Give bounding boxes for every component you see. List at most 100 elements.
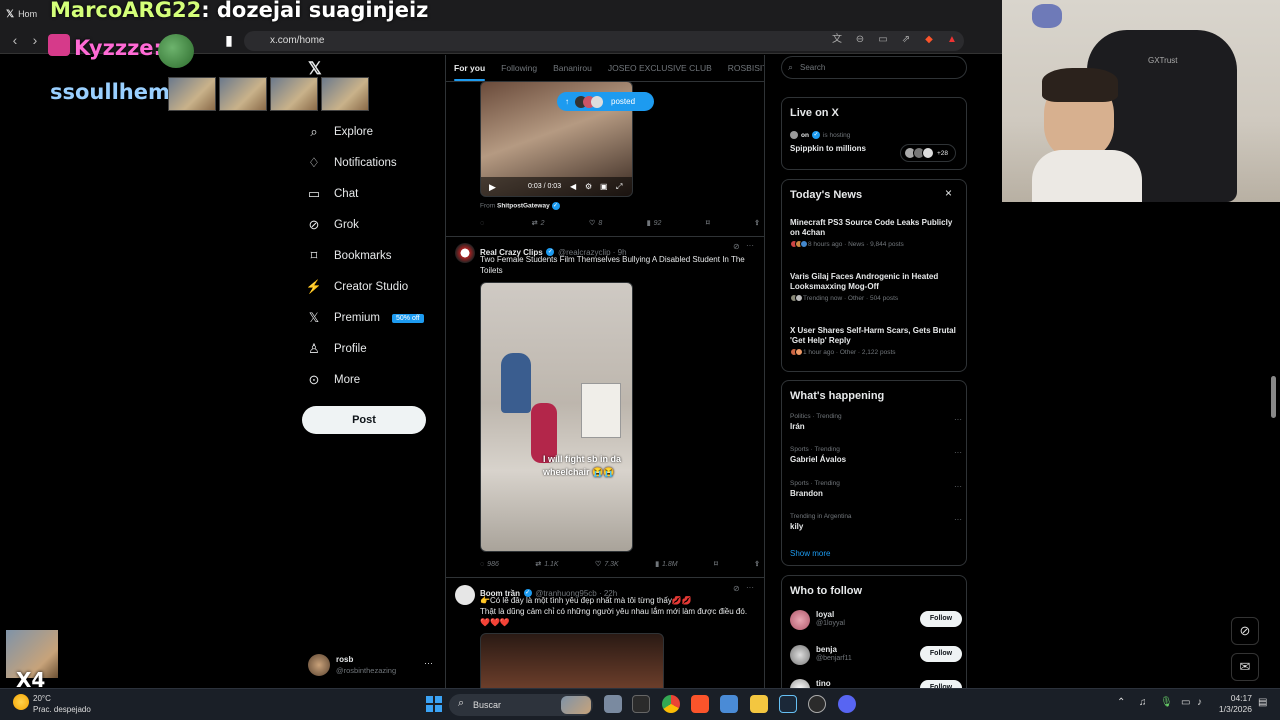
post-avatar[interactable] [455, 585, 475, 605]
follow-button[interactable]: Follow [920, 611, 962, 627]
nav-bookmarks[interactable]: ⌑ Bookmarks [306, 244, 392, 268]
repost-button[interactable]: ⇄ 2 [532, 219, 545, 228]
avatar[interactable] [790, 610, 810, 630]
back-icon[interactable]: ‹ [6, 31, 24, 49]
bookmark-button[interactable]: ⌑ [706, 219, 710, 227]
avatar[interactable] [790, 679, 810, 688]
trend-more-button[interactable]: ··· [954, 448, 962, 457]
rewards-icon[interactable]: ▲ [945, 33, 959, 47]
chrome-icon[interactable] [662, 695, 680, 713]
microphone-icon[interactable]: 🎙 [1160, 697, 1173, 708]
nav-more[interactable]: ⊙ More [306, 368, 361, 392]
from-source[interactable]: ShitpostGateway [497, 203, 550, 210]
follow-button[interactable]: Follow [920, 680, 962, 688]
like-button[interactable]: ♡ 7.3K [595, 560, 619, 569]
post-button[interactable]: Post [302, 406, 426, 434]
page-scrollbar[interactable] [1271, 376, 1276, 418]
forward-icon[interactable]: › [26, 31, 44, 49]
trend-item[interactable]: Trending in Argentina kily ··· [790, 513, 962, 531]
trend-item[interactable]: Sports · Trending Brandon ··· [790, 480, 962, 498]
store-icon[interactable] [720, 695, 738, 713]
nav-profile[interactable]: ♙ Profile [306, 337, 366, 361]
fullscreen-icon[interactable]: ⤢ [616, 182, 622, 192]
account-more-button[interactable]: ··· [424, 658, 433, 668]
settings-icon[interactable]: ⚙ [585, 182, 592, 191]
close-icon[interactable]: × [945, 186, 952, 200]
reply-button[interactable]: ◌ 986 [480, 560, 499, 568]
reply-button[interactable]: ◌ [480, 219, 487, 227]
trend-more-button[interactable]: ··· [954, 515, 962, 524]
follow-button[interactable]: Follow [920, 646, 962, 662]
views-button[interactable]: ▮ 1.8M [655, 560, 677, 569]
clock-date[interactable]: 1/3/2026 [1212, 704, 1252, 714]
views-button[interactable]: ▮ 92 [647, 219, 662, 228]
share-button[interactable]: ⇪ [754, 219, 760, 227]
trend-item[interactable]: Sports · Trending Gabriel Ávalos ··· [790, 446, 962, 464]
tab-bananirou[interactable]: Bananirou [553, 63, 592, 73]
search-input[interactable]: Search [781, 56, 967, 79]
follow-suggestion[interactable]: loyal @1loyyal Follow [790, 608, 962, 634]
follow-suggestion[interactable]: benja @benjarf11 Follow [790, 643, 962, 669]
nav-explore[interactable]: ⌕ Explore [306, 120, 373, 144]
chevron-up-icon[interactable]: ⌃ [1117, 697, 1125, 708]
play-icon[interactable]: ▶ [489, 182, 496, 193]
share-icon[interactable]: ⇗ [899, 33, 913, 47]
repost-button[interactable]: ⇄ 1.1K [535, 560, 558, 569]
file-explorer-icon[interactable] [750, 695, 768, 713]
avatar[interactable] [790, 645, 810, 665]
news-item[interactable]: Minecraft PS3 Source Code Leaks Publicly… [790, 218, 962, 248]
translate-icon[interactable]: 文 [830, 33, 844, 47]
grok-icon[interactable]: ⊘ [733, 584, 740, 593]
zoom-icon[interactable]: ⊖ [853, 33, 867, 47]
brave-shield-icon[interactable]: ◆ [922, 33, 936, 47]
share-button[interactable]: ⇪ [754, 560, 760, 568]
network-icon[interactable]: ▭ [1181, 697, 1190, 708]
nav-chat[interactable]: ▭ Chat [306, 182, 358, 206]
tab-for-you[interactable]: For you [454, 63, 486, 81]
trend-more-button[interactable]: ··· [954, 415, 962, 424]
trend-more-button[interactable]: ··· [954, 482, 962, 491]
clock-time[interactable]: 04:17 [1220, 693, 1252, 703]
pip-icon[interactable]: ▣ [600, 182, 608, 191]
trend-item[interactable]: Politics · Trending Irán ··· [790, 413, 962, 431]
nav-notifications[interactable]: ♢ Notifications [306, 151, 396, 175]
like-button[interactable]: ♡ 8 [589, 219, 602, 228]
weather-temp[interactable]: 20°C [33, 694, 51, 703]
post-more-button[interactable]: ··· [746, 583, 754, 592]
nav-creator-studio[interactable]: ⚡ Creator Studio [306, 275, 408, 299]
bookmark-page-icon[interactable]: ▮ [220, 31, 238, 49]
grok-icon[interactable]: ⊘ [733, 242, 740, 251]
live-show-title[interactable]: Spippkin to millions [790, 144, 866, 153]
nav-grok[interactable]: ⊘ Grok [306, 213, 359, 237]
steam-icon[interactable] [779, 695, 797, 713]
tab-rosbisitos[interactable]: ROSBISITOS [728, 63, 764, 73]
post-avatar[interactable] [455, 243, 475, 263]
notification-icon[interactable]: ▤ [1258, 697, 1267, 708]
show-more-link[interactable]: Show more [790, 549, 830, 558]
browser-tab[interactable]: 𝕏 Hom [6, 3, 46, 25]
account-avatar[interactable] [308, 654, 330, 676]
volume-icon[interactable]: ♪ [1197, 697, 1202, 708]
cast-icon[interactable]: ▭ [876, 33, 890, 47]
live-participants[interactable]: +28 [900, 144, 956, 162]
post-video[interactable]: I will fight sb in da wheelchair 😭😭 [480, 282, 633, 552]
windows-start-icon[interactable] [426, 696, 442, 712]
epic-games-icon[interactable] [632, 695, 650, 713]
headset-icon[interactable]: ♫ [1139, 697, 1147, 708]
brave-icon[interactable] [691, 695, 709, 713]
x-home-logo-icon[interactable]: 𝕏 [308, 59, 322, 79]
news-item[interactable]: Varis Gilaj Faces Androgenic in Heated L… [790, 272, 962, 302]
grok-icon[interactable]: ⊘ [1231, 617, 1259, 645]
follow-suggestion[interactable]: tino Follow [790, 677, 962, 688]
news-item[interactable]: X User Shares Self-Harm Scars, Gets Brut… [790, 326, 962, 356]
bookmark-button[interactable]: ⌑ [714, 560, 718, 568]
tab-following[interactable]: Following [501, 63, 537, 73]
post-more-button[interactable]: ··· [746, 241, 754, 250]
task-view-icon[interactable] [604, 695, 622, 713]
volume-icon[interactable]: ◀ [570, 182, 576, 191]
nav-premium[interactable]: 𝕏 Premium 50% off [306, 306, 424, 330]
weather-desc[interactable]: Prac. despejado [33, 705, 91, 714]
weather-icon[interactable] [13, 694, 29, 710]
new-posts-pill[interactable]: ↑ posted [557, 92, 654, 111]
app-icon[interactable] [808, 695, 826, 713]
